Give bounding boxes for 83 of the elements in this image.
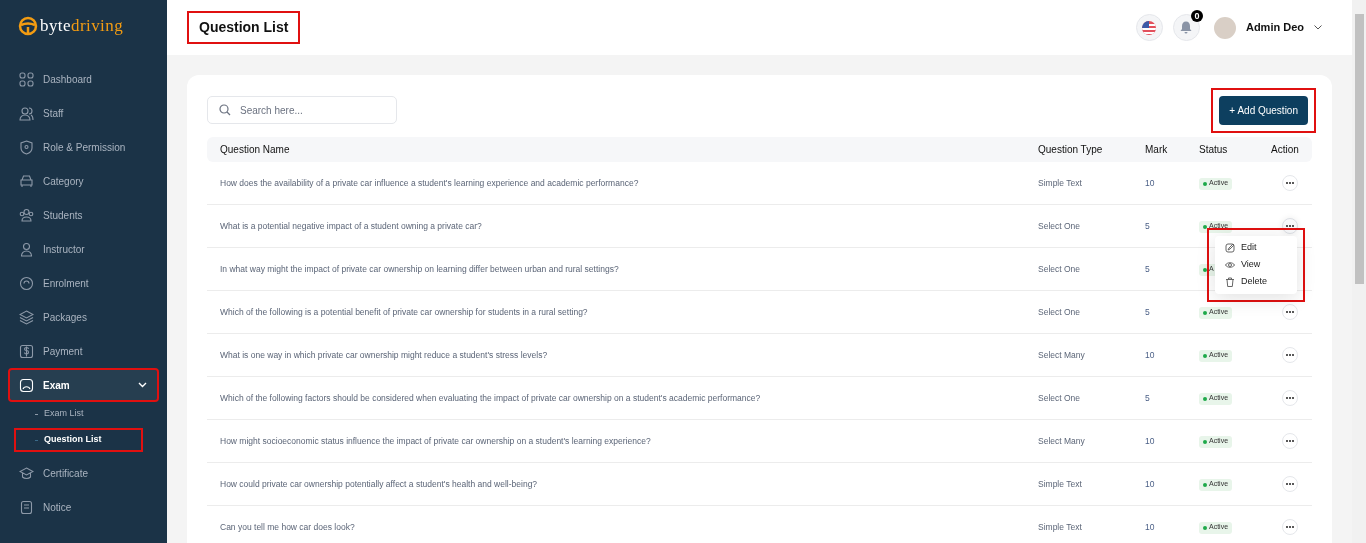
column-header: Action [1271, 143, 1300, 157]
language-button[interactable] [1135, 14, 1163, 41]
graduation-cap-icon [19, 465, 34, 481]
table-cell-text: 10 [1145, 348, 1156, 362]
table-cell-text: 10 [1145, 434, 1156, 448]
sidebar-item[interactable]: Instructor [10, 234, 157, 264]
table-cell-text: What is a potential negative impact of a student owning a private car? [220, 219, 483, 233]
circle-icon [19, 275, 34, 291]
table-cell-text: Which of the following is a potential benefit of private car ownership for students in a rural setting? [220, 305, 589, 319]
sidebar-item[interactable]: Dashboard [10, 64, 157, 94]
column-header: Mark [1145, 143, 1169, 157]
search-icon [219, 104, 231, 116]
sidebar-item[interactable]: Students [10, 200, 157, 230]
table-cell-text: What is one way in which private car ownership might reduce a student's stress levels? [220, 348, 549, 362]
table-cell-text: In what way might the impact of private car ownership on learning differ between urban and rural settings? [220, 262, 620, 276]
more-button[interactable] [1282, 304, 1298, 320]
submenu-item[interactable]: Exam List [16, 404, 141, 424]
dollar-icon [19, 343, 34, 359]
table-cell-text: How might socioeconomic status influence the impact of private car ownership on a student's learning experience? [220, 434, 652, 448]
table-cell-text: Select One [1038, 391, 1082, 405]
sidebar-item[interactable]: Packages [10, 302, 157, 332]
menu-item[interactable]: Edit [1215, 240, 1297, 256]
more-button[interactable] [1282, 519, 1298, 535]
add-question-button[interactable]: + Add Question [1219, 95, 1308, 125]
sidebar-item[interactable]: Exam [10, 370, 157, 400]
more-button[interactable] [1282, 175, 1298, 191]
table-cell-text: 10 [1145, 520, 1156, 534]
table-cell-text: 10 [1145, 477, 1156, 491]
user-icon [19, 241, 34, 257]
sidebar-item[interactable]: Category [10, 166, 157, 196]
user-name[interactable]: Admin Deo [1245, 19, 1304, 36]
eye-icon [1225, 260, 1235, 270]
column-header: Question Type [1038, 143, 1104, 157]
more-button[interactable] [1282, 347, 1298, 363]
table-cell-text: Select One [1038, 219, 1082, 233]
table-cell-text: 5 [1145, 219, 1151, 233]
steering-wheel-icon [18, 16, 38, 36]
sidebar-item[interactable]: Staff [10, 98, 157, 128]
users-icon [19, 105, 34, 121]
table-cell-text: Select One [1038, 305, 1082, 319]
more-button[interactable] [1282, 476, 1298, 492]
notification-count: 0 [1190, 10, 1203, 22]
menu-item[interactable]: View [1215, 257, 1297, 273]
sidebar-item[interactable]: Notice [10, 492, 157, 522]
table-cell-text: Can you tell me how car does look? [220, 520, 356, 534]
column-header: Question Name [220, 143, 291, 157]
pencil-icon [1225, 243, 1235, 253]
chevron-down-icon[interactable] [1314, 25, 1322, 30]
table-cell-text: Simple Text [1038, 520, 1083, 534]
table-cell-text: Simple Text [1038, 477, 1083, 491]
flag-icon [1142, 20, 1157, 35]
table-cell-text: 5 [1145, 391, 1151, 405]
sidebar-item[interactable]: Enrolment [10, 268, 157, 298]
sidebar-item[interactable]: Payment [10, 336, 157, 366]
table-cell-text: How does the availability of a private car influence a student's learning experience and academic performance? [220, 176, 640, 190]
table-cell-text: 10 [1145, 176, 1156, 190]
page-title: Question List [187, 11, 301, 44]
car-icon [19, 173, 34, 189]
shield-icon [19, 139, 34, 155]
sidebar-item[interactable]: Role & Permission [10, 132, 157, 162]
more-button[interactable] [1282, 390, 1298, 406]
more-button[interactable] [1282, 433, 1298, 449]
submenu-item[interactable]: Question List [16, 430, 141, 450]
brand-logo[interactable]: bytedriving [40, 13, 124, 39]
grid-icon [19, 71, 34, 87]
table-cell-text: 5 [1145, 305, 1151, 319]
table-cell-text: Select One [1038, 262, 1082, 276]
document-icon [19, 499, 34, 515]
column-header: Status [1199, 143, 1229, 157]
search-field[interactable]: Search here... [207, 96, 397, 124]
trash-icon [1225, 277, 1235, 287]
sidebar-item[interactable]: Certificate [10, 458, 157, 488]
table-cell-text: How could private car ownership potentially affect a student's health and well-being? [220, 477, 539, 491]
table-cell-text: 5 [1145, 262, 1151, 276]
layers-icon [19, 309, 34, 325]
table-cell-text: Select Many [1038, 348, 1086, 362]
chevron-icon [138, 382, 147, 388]
group-icon [19, 207, 34, 223]
menu-item[interactable]: Delete [1215, 274, 1297, 290]
table-cell-text: Select Many [1038, 434, 1086, 448]
table-cell-text: Simple Text [1038, 176, 1083, 190]
table-cell-text: Which of the following factors should be considered when evaluating the impact of private car ownership on a student's academic performance? [220, 391, 762, 405]
bell-icon [1180, 21, 1193, 34]
